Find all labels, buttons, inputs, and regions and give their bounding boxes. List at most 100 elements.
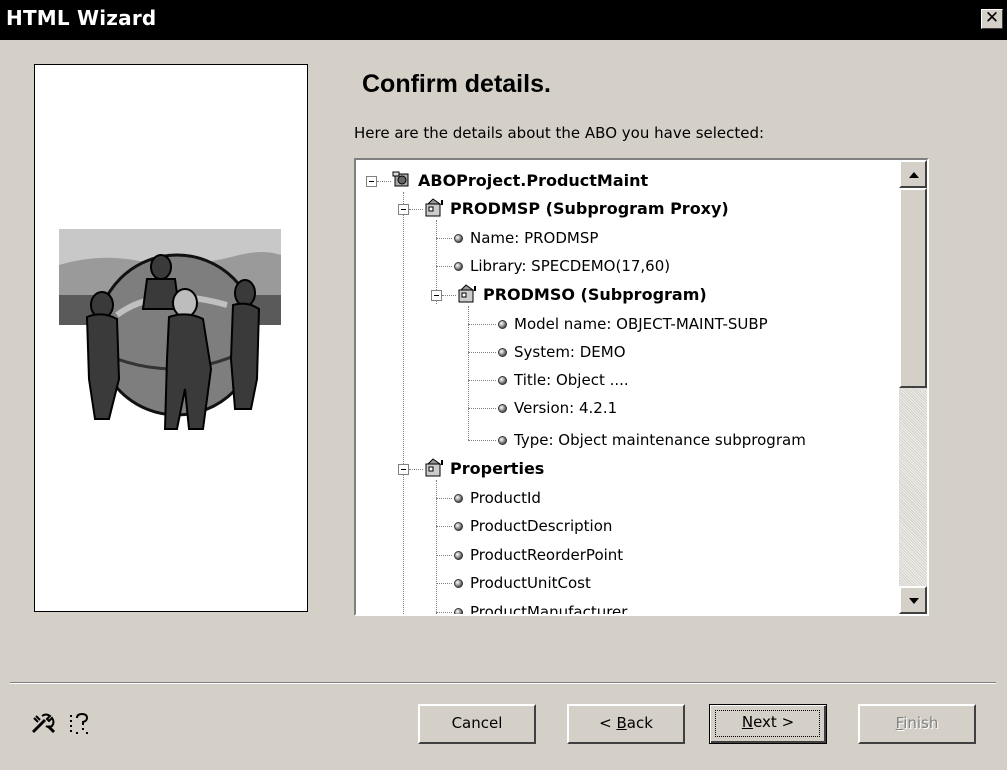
tree-leaf-label: Model name: OBJECT-MAINT-SUBP [514, 315, 768, 333]
tools-icon[interactable] [30, 712, 58, 736]
collapse-toggle[interactable] [398, 464, 409, 475]
finish-button: Finish [858, 704, 976, 744]
tree-leaf-label: Library: SPECDEMO(17,60) [470, 257, 671, 275]
tree-leaf-label: ProductDescription [470, 517, 613, 535]
tree-leaf-label: Version: 4.2.1 [514, 399, 618, 417]
tree-connector [377, 181, 391, 182]
back-button-label: ack [626, 714, 653, 732]
window-title: HTML Wizard [6, 6, 157, 30]
vertical-scrollbar[interactable] [899, 160, 927, 614]
back-button[interactable]: < Back [567, 704, 685, 744]
tree-node-label: PRODMSO (Subprogram) [483, 285, 707, 304]
people-around-globe-illustration [59, 229, 281, 430]
tree-leaf[interactable]: Model name: OBJECT-MAINT-SUBP [514, 310, 768, 338]
tree-leaf-label: Title: Object .... [514, 371, 629, 389]
focus-rectangle [715, 710, 820, 737]
tree-node-label: Properties [450, 459, 545, 478]
tree-node-label: PRODMSP (Subprogram Proxy) [450, 199, 729, 218]
tree-connector [409, 469, 423, 470]
tree-leaf[interactable]: ProductDescription [470, 512, 612, 540]
tree-connector [468, 440, 496, 441]
bullet-icon [498, 348, 507, 357]
bullet-icon [498, 376, 507, 385]
details-tree-view[interactable]: ABOProject.ProductMaint PRODMSP (Subprog… [354, 158, 929, 616]
project-icon [392, 171, 409, 187]
collapse-toggle[interactable] [366, 176, 377, 187]
tree-leaf[interactable]: Name: PRODMSP [470, 224, 598, 252]
tree-connector [442, 295, 456, 296]
tree-leaf[interactable]: ProductManufacturer [470, 598, 627, 614]
tree-connector [468, 408, 496, 409]
tree-leaf[interactable]: Type: Object maintenance subprogram [514, 426, 806, 454]
collapse-toggle[interactable] [398, 204, 409, 215]
tree-leaf[interactable]: System: DEMO [514, 338, 626, 366]
bullet-icon [498, 404, 507, 413]
tree-leaf[interactable]: ProductId [470, 484, 541, 512]
page-description: Here are the details about the ABO you h… [354, 124, 765, 142]
title-bar: HTML Wizard ✕ [0, 0, 1007, 40]
bullet-icon [454, 234, 463, 243]
object-icon [425, 198, 443, 217]
close-button[interactable]: ✕ [981, 9, 1003, 29]
bullet-icon [454, 551, 463, 560]
tree-node-proxy[interactable]: PRODMSP (Subprogram Proxy) [450, 195, 729, 223]
page-heading: Confirm details. [362, 70, 551, 98]
bullet-icon [454, 522, 463, 531]
tree-connector [436, 266, 452, 267]
tree-connector [436, 583, 452, 584]
tree-leaf[interactable]: Version: 4.2.1 [514, 394, 617, 422]
tree-connector [436, 238, 452, 239]
bullet-icon [454, 262, 463, 271]
cancel-button[interactable]: Cancel [418, 704, 536, 744]
scroll-down-button[interactable] [899, 586, 927, 614]
tree-connector [436, 480, 437, 614]
tree-leaf-label: ProductUnitCost [470, 574, 591, 592]
tree-connector [436, 555, 452, 556]
tree-leaf-label: ProductId [470, 489, 541, 507]
bullet-icon [454, 494, 463, 503]
scroll-thumb[interactable] [899, 188, 927, 388]
tree-node-root[interactable]: ABOProject.ProductMaint [418, 167, 648, 195]
close-icon: ✕ [984, 8, 1000, 28]
tree-leaf[interactable]: Library: SPECDEMO(17,60) [470, 252, 670, 280]
arrow-up-icon [909, 172, 919, 178]
tree-connector [436, 612, 452, 613]
tree-connector [468, 352, 496, 353]
tree-leaf-label: Type: Object maintenance subprogram [514, 431, 806, 449]
tree-leaf[interactable]: ProductUnitCost [470, 569, 591, 597]
collapse-toggle[interactable] [431, 290, 442, 301]
tree-connector [468, 306, 469, 440]
tree-leaf[interactable]: Title: Object .... [514, 366, 629, 394]
scroll-up-button[interactable] [899, 160, 927, 188]
tree-connector [468, 380, 496, 381]
next-button[interactable]: Next > [709, 704, 827, 744]
object-icon [458, 284, 476, 303]
tree-leaf-label: Name: PRODMSP [470, 229, 599, 247]
bullet-icon [498, 436, 507, 445]
help-icon[interactable] [68, 712, 92, 736]
tree-connector [403, 192, 404, 614]
tree-leaf-label: ProductManufacturer [470, 603, 628, 614]
tree-content: ABOProject.ProductMaint PRODMSP (Subprog… [356, 160, 899, 614]
footer-divider [10, 682, 996, 684]
tree-leaf-label: ProductReorderPoint [470, 546, 624, 564]
tree-connector [468, 324, 496, 325]
tree-node-properties[interactable]: Properties [450, 455, 544, 483]
bullet-icon [454, 608, 463, 614]
tree-connector [436, 526, 452, 527]
tree-connector [409, 209, 423, 210]
back-button-hotkey: B [616, 714, 627, 732]
arrow-down-icon [909, 598, 919, 604]
finish-button-label: inish [903, 714, 939, 732]
tree-node-label: ABOProject.ProductMaint [418, 171, 649, 190]
back-button-prefix: < [599, 714, 617, 732]
cancel-button-label: Cancel [451, 714, 503, 732]
tree-connector [436, 498, 452, 499]
object-icon [425, 458, 443, 477]
bullet-icon [498, 320, 507, 329]
tree-leaf-label: System: DEMO [514, 343, 626, 361]
bullet-icon [454, 579, 463, 588]
wizard-image-panel [34, 64, 308, 612]
tree-node-subprogram[interactable]: PRODMSO (Subprogram) [483, 281, 707, 309]
tree-leaf[interactable]: ProductReorderPoint [470, 541, 623, 569]
